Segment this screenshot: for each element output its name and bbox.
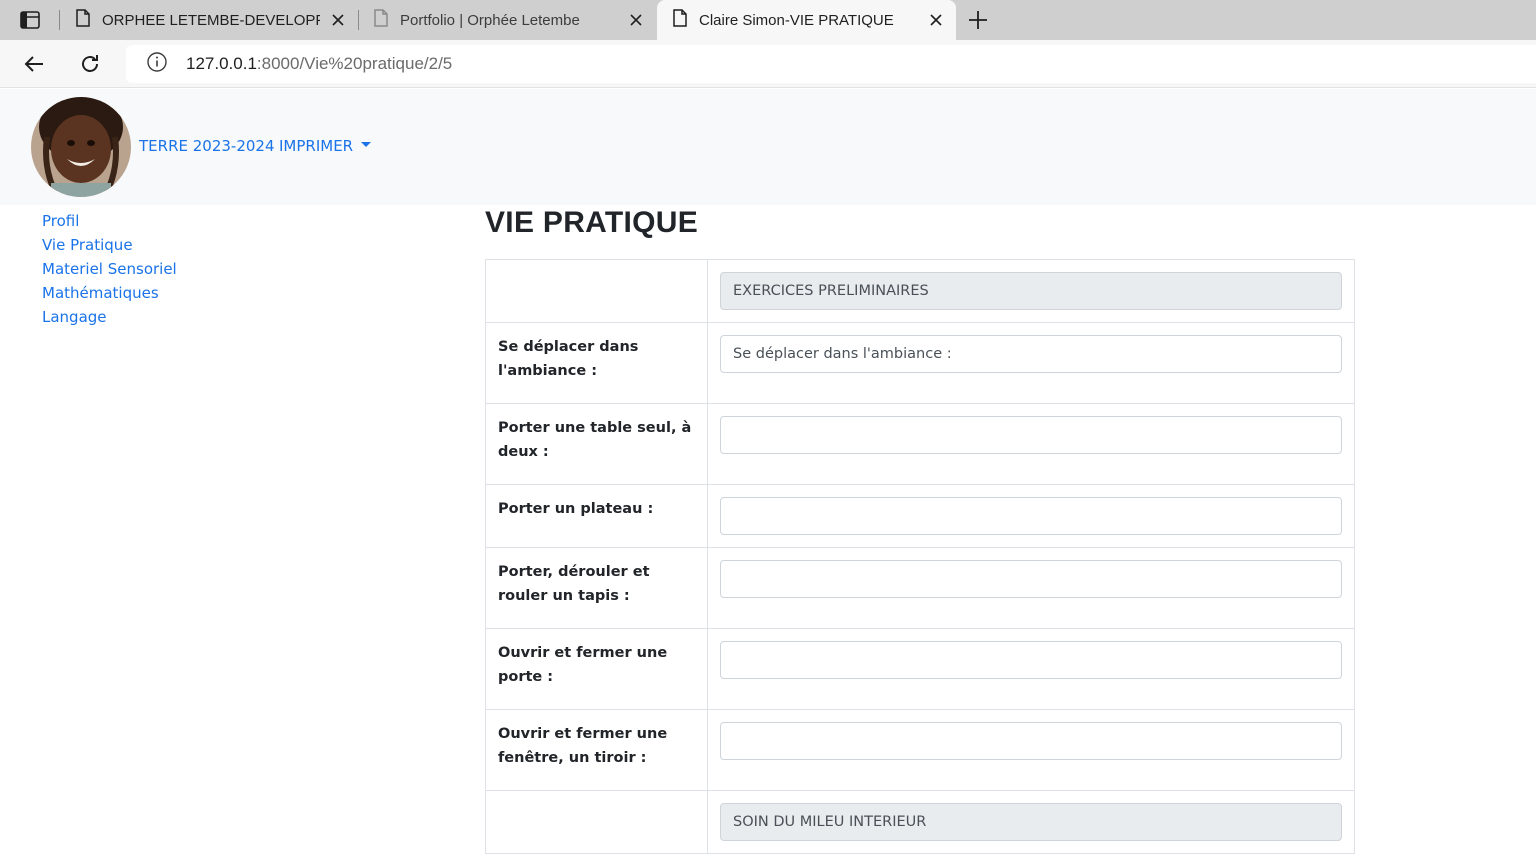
table-row: Porter, dérouler et rouler un tapis :	[485, 547, 1355, 629]
table-row: Porter un plateau :	[485, 484, 1355, 548]
browser-tab-1[interactable]: ORPHEE LETEMBE-DEVELOPPEUR	[60, 0, 358, 40]
table-row: Ouvrir et fermer une porte :	[485, 628, 1355, 710]
table-row: SOIN DU MILEU INTERIEUR	[485, 790, 1355, 854]
nav-year-link[interactable]: TERRE 2023-2024	[139, 137, 275, 155]
row-label: Ouvrir et fermer une porte :	[485, 628, 708, 710]
table-row: Ouvrir et fermer une fenêtre, un tiroir …	[485, 709, 1355, 791]
page: TERRE 2023-2024 IMPRIMER Profil Vie Prat…	[0, 89, 1536, 864]
address-bar[interactable]: 127.0.0.1:8000/Vie%20pratique/2/5	[126, 45, 1536, 83]
sidebar-item-mathematiques[interactable]: Mathématiques	[42, 281, 177, 305]
browser-tab-2[interactable]: Portfolio | Orphée Letembe	[358, 0, 656, 40]
sidebar: Profil Vie Pratique Materiel Sensoriel M…	[42, 209, 177, 329]
text-input-porter-table[interactable]	[720, 416, 1342, 454]
table-row: EXERCICES PRELIMINAIRES	[485, 259, 1355, 323]
text-input-tapis[interactable]	[720, 560, 1342, 598]
url-host: 127.0.0.1	[186, 54, 257, 73]
print-dropdown-label: IMPRIMER	[279, 137, 354, 155]
back-arrow-icon[interactable]	[22, 52, 46, 76]
row-label: Porter un plateau :	[485, 484, 708, 548]
document-icon	[374, 9, 388, 31]
tab-title: Claire Simon-VIE PRATIQUE	[699, 11, 894, 29]
text-input-fenetre[interactable]	[720, 722, 1342, 760]
print-dropdown[interactable]: IMPRIMER	[279, 137, 372, 155]
row-label	[485, 259, 708, 323]
form-table: EXERCICES PRELIMINAIRES Se déplacer dans…	[485, 259, 1355, 854]
browser-tab-active[interactable]: Claire Simon-VIE PRATIQUE	[657, 0, 956, 40]
tab-actions-icon[interactable]	[12, 8, 48, 32]
new-tab-icon[interactable]	[966, 8, 990, 32]
row-label: Ouvrir et fermer une fenêtre, un tiroir …	[485, 709, 708, 791]
reload-icon[interactable]	[78, 52, 102, 76]
close-tab-icon[interactable]	[628, 12, 644, 28]
row-label	[485, 790, 708, 854]
close-tab-icon[interactable]	[330, 12, 346, 28]
url-path: :8000/Vie%20pratique/2/5	[256, 54, 453, 73]
text-input-porter-plateau[interactable]	[720, 497, 1342, 535]
page-title: VIE PRATIQUE	[485, 206, 699, 239]
info-icon[interactable]	[146, 51, 168, 77]
browser-tab-strip: ORPHEE LETEMBE-DEVELOPPEUR Portfolio | O…	[0, 0, 1536, 40]
tab-title: ORPHEE LETEMBE-DEVELOPPEUR	[102, 11, 320, 29]
close-tab-icon[interactable]	[928, 12, 944, 28]
sidebar-item-vie-pratique[interactable]: Vie Pratique	[42, 233, 177, 257]
row-label: Porter une table seul, à deux :	[485, 403, 708, 485]
document-icon	[673, 9, 687, 31]
browser-toolbar: 127.0.0.1:8000/Vie%20pratique/2/5	[0, 40, 1536, 88]
top-navbar: TERRE 2023-2024 IMPRIMER	[0, 89, 1536, 205]
row-label: Se déplacer dans l'ambiance :	[485, 322, 708, 404]
section-field-soin-du-milieu[interactable]: SOIN DU MILEU INTERIEUR	[720, 803, 1342, 841]
text-input-porte[interactable]	[720, 641, 1342, 679]
section-field-exercices-preliminaires[interactable]: EXERCICES PRELIMINAIRES	[720, 272, 1342, 310]
sidebar-item-materiel-sensoriel[interactable]: Materiel Sensoriel	[42, 257, 177, 281]
sidebar-item-langage[interactable]: Langage	[42, 305, 177, 329]
table-row: Se déplacer dans l'ambiance : Se déplace…	[485, 322, 1355, 404]
tab-title: Portfolio | Orphée Letembe	[400, 11, 580, 29]
table-row: Porter une table seul, à deux :	[485, 403, 1355, 485]
row-label: Porter, dérouler et rouler un tapis :	[485, 547, 708, 629]
avatar[interactable]	[31, 97, 131, 197]
caret-down-icon	[361, 142, 372, 147]
sidebar-item-profil[interactable]: Profil	[42, 209, 177, 233]
text-input-se-deplacer[interactable]: Se déplacer dans l'ambiance :	[720, 335, 1342, 373]
document-icon	[76, 9, 90, 31]
